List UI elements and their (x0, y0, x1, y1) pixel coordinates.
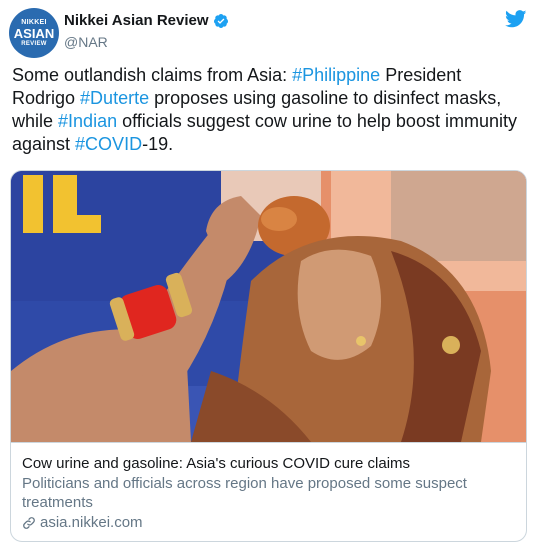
tweet-header: NIKKEI ASIAN REVIEW Nikkei Asian Review … (8, 6, 531, 58)
card-title: Cow urine and gasoline: Asia's curious C… (22, 455, 411, 472)
link-icon (23, 516, 35, 529)
tweet-text-segment: -19. (142, 134, 174, 154)
hashtag-duterte[interactable]: #Duterte (80, 88, 149, 108)
display-name-link[interactable]: Nikkei Asian Review (64, 12, 229, 29)
card-body: Cow urine and gasoline: Asia's curious C… (11, 442, 526, 541)
tweet: NIKKEI ASIAN REVIEW Nikkei Asian Review … (0, 0, 539, 553)
display-name: Nikkei Asian Review (64, 12, 209, 29)
hashtag-indian[interactable]: #Indian (58, 111, 117, 131)
avatar-line-3: REVIEW (21, 41, 47, 47)
account-names: Nikkei Asian Review @NAR (64, 12, 229, 50)
hashtag-covid[interactable]: #COVID (75, 134, 142, 154)
hashtag-philippine[interactable]: #Philippine (292, 65, 380, 85)
twitter-bird-icon[interactable] (505, 10, 527, 28)
tweet-text-segment: Some outlandish claims from Asia: (12, 65, 293, 85)
avatar[interactable]: NIKKEI ASIAN REVIEW (9, 8, 59, 58)
link-card[interactable]: Cow urine and gasoline: Asia's curious C… (10, 170, 527, 542)
card-photo (11, 171, 526, 442)
avatar-line-2: ASIAN (13, 26, 55, 41)
card-domain-text: asia.nikkei.com (40, 514, 143, 531)
avatar-line-1: NIKKEI (21, 19, 47, 26)
card-description: Politicians and officials across region … (22, 475, 467, 511)
tweet-text: Some outlandish claims from Asia: #Phili… (12, 64, 527, 156)
handle[interactable]: @NAR (64, 34, 229, 50)
card-domain: asia.nikkei.com (22, 514, 517, 531)
verified-badge-icon (213, 13, 228, 28)
